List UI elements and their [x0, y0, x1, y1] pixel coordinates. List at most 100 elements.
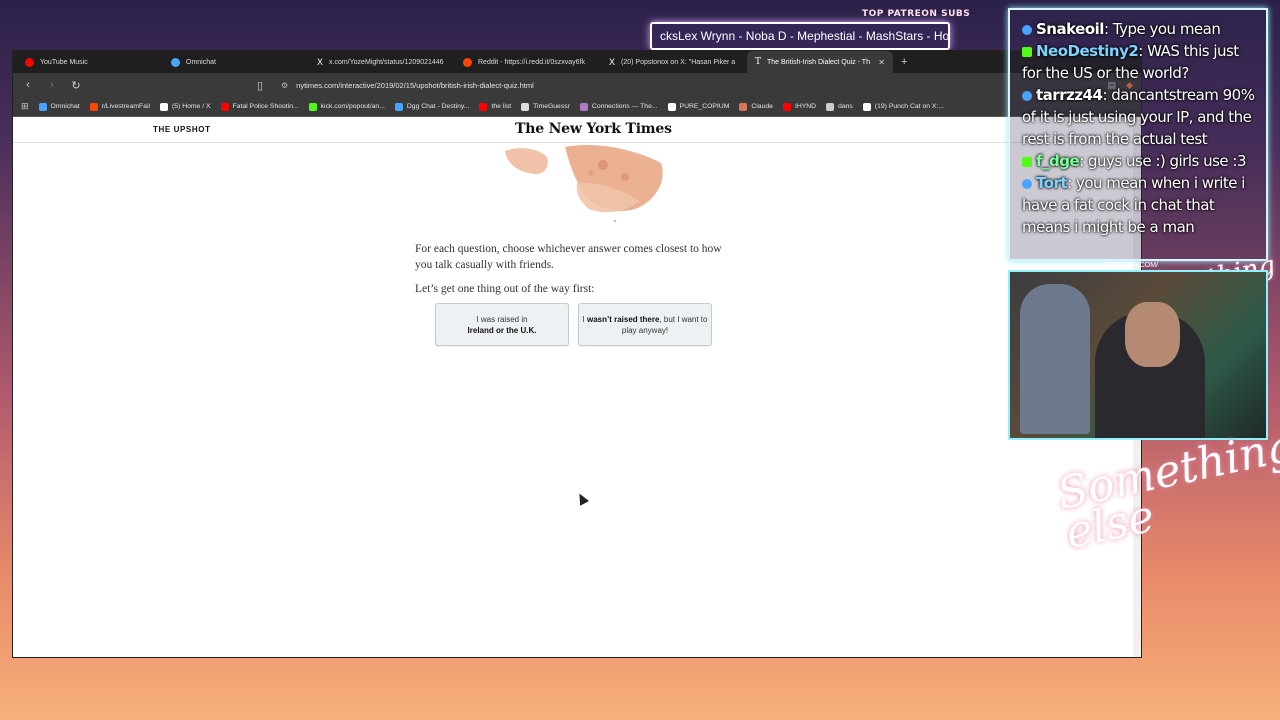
chat-username: Tort [1036, 174, 1068, 192]
bookmark-item[interactable]: PURE_COPIUM [667, 102, 730, 111]
tab-x-status[interactable]: Xx.com/YozeMight/status/1209021446 [309, 51, 455, 73]
bookmark-item[interactable]: Claude [739, 102, 773, 111]
webcam-head [1125, 302, 1180, 367]
bookmark-label: TimeGuessr [533, 103, 570, 110]
tab-x-popstonox[interactable]: X (20) Popstonox on X: "Hasan Piker a [601, 51, 747, 73]
close-icon[interactable]: ✕ [878, 58, 885, 67]
reddit-icon [89, 102, 98, 111]
choice-a-text: I was raised in [476, 314, 528, 324]
origin-choices: I was raised in Ireland or the U.K. I wa… [435, 303, 712, 346]
tab-label: The British-Irish Dialect Quiz - Th [767, 58, 870, 66]
chat-badge-icon [1022, 91, 1032, 101]
tab-omnichat[interactable]: Omnichat [163, 51, 309, 73]
chat-username: f_dge [1036, 152, 1080, 170]
kick-badge-icon [1022, 157, 1032, 167]
nyt-tab-icon: T [755, 57, 762, 67]
bookmarks-bar: ⊞ Omnichat r/LivestreamFail (5) Home / X… [13, 97, 1141, 117]
x-icon [862, 102, 871, 111]
tab-youtube-music[interactable]: YouTube Music [17, 51, 163, 73]
youtube-icon [220, 102, 229, 111]
bookmark-item[interactable]: kick.com/popout/an... [308, 102, 385, 111]
kick-icon [308, 102, 317, 111]
tab-label: Omnichat [186, 58, 216, 66]
kick-badge-icon [1022, 47, 1032, 57]
bookmark-item[interactable]: Connections — The... [579, 102, 658, 111]
reddit-icon [463, 57, 472, 67]
intro-prompt: Let’s get one thing out of the way first… [415, 283, 595, 295]
chat-badge-icon [1022, 179, 1032, 189]
bookmark-label: (19) Punch Cat on X:... [874, 103, 944, 110]
claude-icon [739, 102, 748, 111]
tab-label: x.com/YozeMight/status/1209021446 [329, 58, 444, 66]
chat-username: Snakeoil [1036, 20, 1104, 38]
webcam-person [1020, 284, 1090, 434]
bookmark-item[interactable]: Omnichat [38, 102, 80, 111]
intro-text: For each question, choose whichever answ… [415, 243, 722, 271]
timeguessr-icon [521, 102, 530, 111]
tab-reddit[interactable]: Reddit - https://i.redd.it/0szxvay6fk [455, 51, 601, 73]
chat-overlay: Snakeoil: Type you mean NeoDestiny2: WAS… [1008, 8, 1268, 261]
bookmark-item[interactable]: dans [826, 102, 853, 111]
x-icon: X [317, 57, 324, 67]
chat-badge-icon [1022, 25, 1032, 35]
tab-label: (20) Popstonox on X: "Hasan Piker a [621, 58, 736, 66]
mouse-cursor [575, 491, 589, 506]
back-icon[interactable]: ‹ [21, 79, 35, 91]
tab-label: YouTube Music [40, 58, 88, 66]
nyt-header: THE UPSHOT The New York Times [13, 117, 1141, 143]
not-raised-there-button[interactable]: I wasn’t raised there, but I want to pla… [578, 303, 712, 346]
bookmark-label: PURE_COPIUM [679, 103, 730, 110]
bookmark-item[interactable]: r/LivestreamFail [89, 102, 150, 111]
dgg-icon [394, 102, 403, 111]
bookmark-item[interactable]: TimeGuessr [521, 102, 570, 111]
bookmark-item[interactable]: IHYND [782, 102, 816, 111]
chat-text: : Type you mean [1103, 20, 1221, 38]
apps-icon[interactable]: ⊞ [21, 101, 29, 112]
toolbar: ‹ › ↻ ▯ ⚙ nytimes.com/interactive/2019/0… [13, 73, 1141, 97]
patreon-url: PATREON.COM/ [1105, 262, 1159, 269]
site-info-icon[interactable]: ⚙ [281, 81, 288, 90]
bookmark-icon[interactable]: ▯ [253, 79, 267, 92]
bookmark-item[interactable]: the list [479, 102, 512, 111]
bookmark-item[interactable]: (19) Punch Cat on X:... [862, 102, 944, 111]
folder-icon [826, 102, 835, 111]
patreon-ticker: cksLex Wrynn - Noba D - Mephestial - Mas… [650, 22, 950, 50]
bookmark-label: the list [491, 103, 512, 110]
chat-message: f_dge: guys use :) girls use :3 [1022, 150, 1262, 172]
youtube-icon [782, 102, 791, 111]
chat-message: Tort: you mean when i write i have a fat… [1022, 172, 1262, 238]
bookmark-label: Omnichat [50, 103, 80, 110]
omnichat-icon [38, 102, 47, 111]
bookmark-label: dans [838, 103, 853, 110]
bookmark-item[interactable]: Fatal Police Shootin... [220, 102, 299, 111]
youtube-icon [25, 57, 34, 67]
choice-a-bold: Ireland or the U.K. [467, 325, 537, 335]
patreon-label: TOP PATREON SUBS [862, 9, 971, 19]
reload-icon[interactable]: ↻ [69, 79, 83, 92]
bookmark-label: Connections — The... [591, 103, 658, 110]
bookmark-item[interactable]: Dgg Chat - Destiny... [394, 102, 469, 111]
bookmark-label: Fatal Police Shootin... [232, 103, 299, 110]
section-link[interactable]: THE UPSHOT [153, 125, 211, 134]
youtube-icon [479, 102, 488, 111]
raised-in-uk-ireland-button[interactable]: I was raised in Ireland or the U.K. [435, 303, 569, 346]
bookmark-item[interactable]: (5) Home / X [160, 102, 211, 111]
chat-username: NeoDestiny2 [1036, 42, 1139, 60]
chat-text: : guys use :) girls use :3 [1079, 152, 1247, 170]
forward-icon[interactable]: › [45, 79, 59, 91]
x-icon [667, 102, 676, 111]
ticker-text: cksLex Wrynn - Noba D - Mephestial - Mas… [660, 29, 950, 43]
tab-bar: YouTube Music Omnichat Xx.com/YozeMight/… [13, 51, 1141, 73]
quiz-intro: For each question, choose whichever answ… [415, 241, 735, 297]
x-icon: X [609, 57, 616, 67]
new-tab-button[interactable]: + [893, 56, 915, 68]
bookmark-label: Claude [751, 103, 773, 110]
browser-window: YouTube Music Omnichat Xx.com/YozeMight/… [12, 50, 1142, 658]
dialect-map [505, 144, 663, 223]
tab-dialect-quiz[interactable]: T The British-Irish Dialect Quiz - Th ✕ [747, 51, 893, 73]
bookmark-label: r/LivestreamFail [101, 103, 150, 110]
omnichat-icon [171, 57, 180, 67]
address-bar[interactable]: ⚙ nytimes.com/interactive/2019/02/15/ups… [277, 75, 1098, 95]
nyt-logo[interactable]: The New York Times [515, 121, 672, 137]
page-content: THE UPSHOT The New York Times For each q… [13, 117, 1141, 657]
